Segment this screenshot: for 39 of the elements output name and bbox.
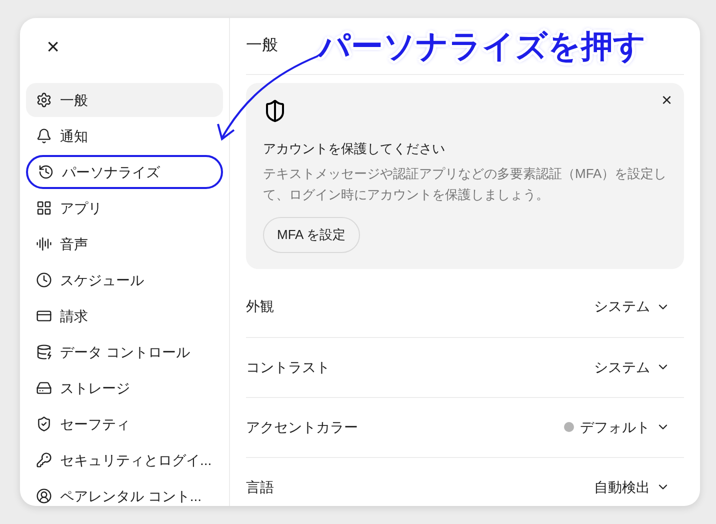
sidebar-item[interactable]: アプリ xyxy=(26,191,223,225)
gear-icon xyxy=(36,92,52,108)
annotation-text: パーソナライズを押す xyxy=(318,30,646,62)
sidebar-item[interactable]: データ コントロール xyxy=(26,335,223,369)
sidebar-item[interactable]: 音声 xyxy=(26,227,223,261)
close-button[interactable]: × xyxy=(661,91,672,109)
card-icon xyxy=(36,308,52,324)
setting-label: 外観 xyxy=(246,297,274,316)
sidebar-item[interactable]: パーソナライズ xyxy=(26,155,223,189)
sidebar-item[interactable]: 一般 xyxy=(26,83,223,117)
close-button[interactable]: × xyxy=(41,36,65,58)
database-icon xyxy=(36,344,52,360)
mfa-button[interactable]: MFA を設定 xyxy=(263,216,360,252)
setting-dropdown[interactable]: 自動検出 xyxy=(594,476,684,498)
circular-arrow-icon xyxy=(38,164,54,180)
sidebar-item[interactable]: スケジュール xyxy=(26,263,223,297)
sidebar-item[interactable]: 通知 xyxy=(26,119,223,153)
setting-dropdown[interactable]: システム xyxy=(594,356,684,378)
shield-check-icon xyxy=(36,416,52,432)
key-icon xyxy=(36,452,52,468)
sidebar-item[interactable]: セキュリティとログイ... xyxy=(26,443,223,477)
drive-icon xyxy=(36,380,52,396)
setting-dropdown[interactable]: デフォルト xyxy=(564,416,684,438)
banner-title: アカウントを保護してください xyxy=(263,140,445,158)
banner-text: テキストメッセージや認証アプリなどの多要素認証（MFA）を設定して、ログイン時にアカウントを保護しましょう。 xyxy=(263,164,667,204)
panel-title: 一般 xyxy=(246,36,278,56)
setting-dropdown[interactable]: システム xyxy=(594,296,684,317)
sidebar-item[interactable]: 請求 xyxy=(26,299,223,333)
setting-label: コントラスト xyxy=(246,358,330,376)
bell-icon xyxy=(36,128,52,144)
sidebar-item[interactable]: セーフティ xyxy=(26,407,223,441)
person-icon xyxy=(36,488,52,504)
sidebar-item[interactable]: ストレージ xyxy=(26,371,223,405)
sidebar-item[interactable]: ペアレンタル コント... xyxy=(26,479,223,506)
audio-wave-icon xyxy=(36,236,52,252)
clock-icon xyxy=(36,272,52,288)
setting-label: アクセントカラー xyxy=(246,418,358,436)
grid-icon xyxy=(36,200,52,216)
setting-label: 言語 xyxy=(246,478,274,496)
